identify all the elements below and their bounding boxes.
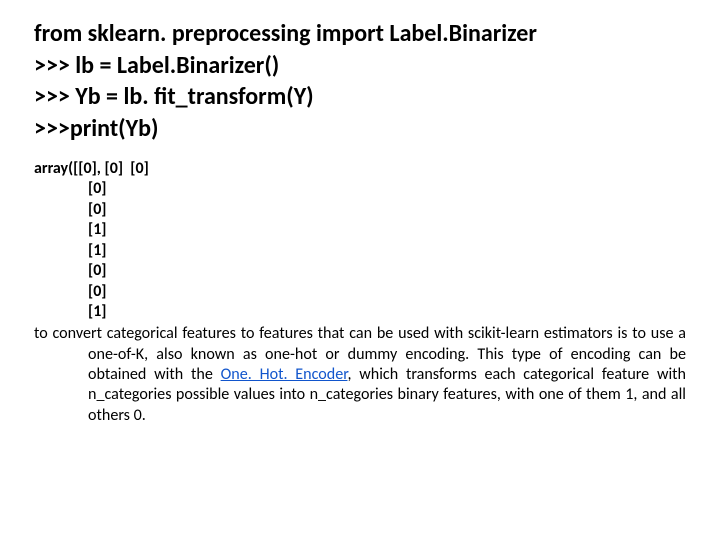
explanation-paragraph: to convert categorical features to featu…	[34, 324, 686, 425]
array-row: [1]	[34, 241, 686, 261]
array-row: [0]	[34, 261, 686, 281]
array-row: [1]	[34, 220, 686, 240]
array-row: [0]	[34, 282, 686, 302]
code-block: from sklearn. preprocessing import Label…	[34, 18, 686, 145]
code-line-import: from sklearn. preprocessing import Label…	[34, 18, 686, 50]
code-line-print: >>>print(Yb)	[34, 113, 686, 145]
onehotencoder-link[interactable]: One. Hot. Encoder	[221, 365, 348, 384]
code-line-yb: >>> Yb = lb. fit_transform(Y)	[34, 81, 686, 113]
array-row: [0]	[34, 200, 686, 220]
array-header: array([[0], [0] [0]	[34, 159, 686, 179]
slide: from sklearn. preprocessing import Label…	[0, 0, 720, 540]
array-row: [0]	[34, 179, 686, 199]
output-block: array([[0], [0] [0] [0] [0] [1] [1] [0] …	[34, 159, 686, 426]
array-row: [1]	[34, 302, 686, 322]
code-line-lb: >>> lb = Label.Binarizer()	[34, 50, 686, 82]
